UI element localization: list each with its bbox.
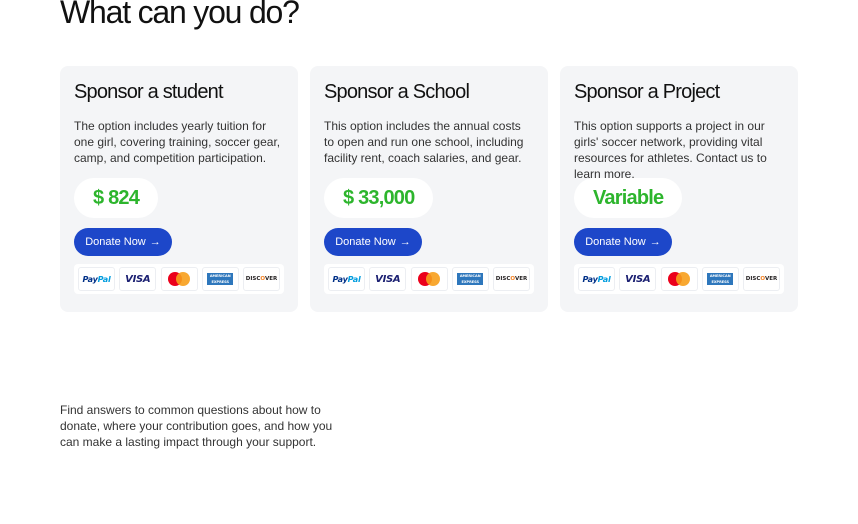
card-description: This option supports a project in our gi…	[574, 119, 767, 181]
discover-logo: DISCOVER	[243, 267, 280, 291]
discover-logo: DISCOVER	[743, 267, 780, 291]
visa-wordmark: VISA	[375, 273, 401, 285]
discover-wordmark: DISCOVER	[245, 276, 278, 282]
price-badge: $ 824	[74, 178, 159, 218]
page-title: What can you do?	[60, 0, 300, 30]
amex-logo: AMERICAN EXPRESS	[201, 267, 239, 291]
amex-logo: AMERICAN EXPRESS	[701, 267, 739, 291]
payment-methods: PayPal VISA AMERICAN EXPRESS DISCOVER	[74, 264, 284, 294]
donate-button-label: Donate Now	[585, 236, 646, 248]
mastercard-logo	[160, 267, 198, 291]
visa-wordmark: VISA	[125, 273, 151, 285]
price-badge: $ 33,000	[324, 178, 434, 218]
discover-wordmark: DISCOVER	[495, 276, 528, 282]
arrow-right-icon: →	[149, 236, 161, 248]
card-sponsor-student: Sponsor a student The option includes ye…	[60, 66, 298, 312]
mastercard-logo	[660, 267, 698, 291]
donate-button-label: Donate Now	[335, 236, 396, 248]
visa-wordmark: VISA	[625, 273, 651, 285]
amex-logo: AMERICAN EXPRESS	[451, 267, 489, 291]
paypal-wordmark: PayPal	[332, 274, 361, 284]
donate-now-button[interactable]: Donate Now →	[74, 228, 172, 256]
card-description: This option includes the annual costs to…	[324, 119, 524, 165]
paypal-logo: PayPal	[328, 267, 365, 291]
donate-now-button[interactable]: Donate Now →	[574, 228, 672, 256]
payment-methods: PayPal VISA AMERICAN EXPRESS DISCOVER	[324, 264, 534, 294]
discover-logo: DISCOVER	[493, 267, 530, 291]
donate-now-button[interactable]: Donate Now →	[324, 228, 422, 256]
card-sponsor-project: Sponsor a Project This option supports a…	[560, 66, 798, 312]
arrow-right-icon: →	[399, 236, 411, 248]
card-sponsor-school: Sponsor a School This option includes th…	[310, 66, 548, 312]
paypal-wordmark: PayPal	[582, 274, 611, 284]
visa-logo: VISA	[119, 267, 157, 291]
faq-intro-text: Find answers to common questions about h…	[60, 403, 333, 449]
discover-wordmark: DISCOVER	[745, 276, 778, 282]
payment-methods: PayPal VISA AMERICAN EXPRESS DISCOVER	[574, 264, 784, 294]
donate-button-label: Donate Now	[85, 236, 146, 248]
card-description: The option includes yearly tuition for o…	[74, 119, 281, 165]
card-title: Sponsor a School	[324, 81, 470, 103]
paypal-logo: PayPal	[78, 267, 115, 291]
arrow-right-icon: →	[649, 236, 661, 248]
card-title: Sponsor a student	[74, 81, 224, 103]
card-title: Sponsor a Project	[574, 81, 720, 103]
sponsor-options: Sponsor a student The option includes ye…	[60, 66, 798, 312]
mastercard-logo	[410, 267, 448, 291]
visa-logo: VISA	[619, 267, 657, 291]
price-badge: Variable	[574, 178, 683, 218]
paypal-wordmark: PayPal	[82, 274, 111, 284]
paypal-logo: PayPal	[578, 267, 615, 291]
visa-logo: VISA	[369, 267, 407, 291]
